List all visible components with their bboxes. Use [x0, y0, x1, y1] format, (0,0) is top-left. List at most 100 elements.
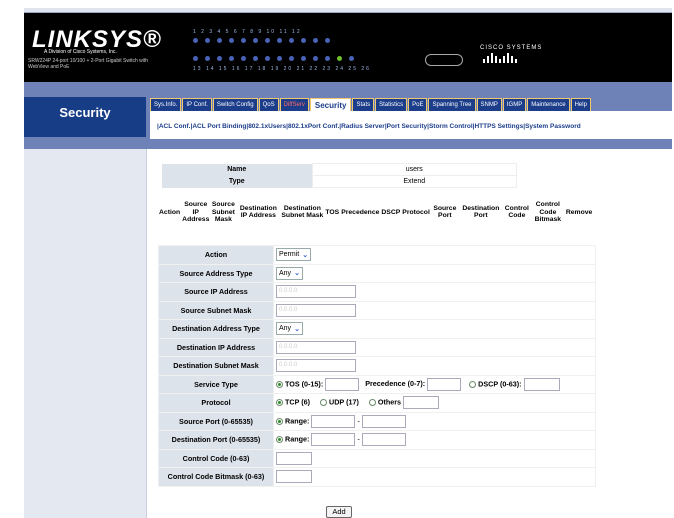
- tos-radio[interactable]: [276, 380, 283, 388]
- others-radio[interactable]: [368, 399, 376, 407]
- tab-igmp[interactable]: IGMP: [502, 98, 527, 112]
- control-code-input[interactable]: [276, 451, 312, 465]
- tab-snmp[interactable]: SNMP: [476, 98, 502, 112]
- protocol-label: Protocol: [158, 393, 274, 413]
- source-mask-input[interactable]: 0.0.0.0: [276, 303, 356, 317]
- tab-stats[interactable]: Stats: [352, 98, 375, 112]
- destination-range-label: Range:: [285, 434, 310, 444]
- service-type-label: Service Type: [158, 374, 274, 394]
- source-mask-label: Source Subnet Mask: [158, 300, 274, 320]
- source-address-type-select[interactable]: Any ⌄: [276, 266, 303, 280]
- destination-port-from-input[interactable]: [311, 433, 356, 447]
- col-destination-mask: Destination Subnet Mask: [281, 204, 324, 220]
- col-action: Action: [159, 208, 181, 216]
- subnav-storm-control[interactable]: Storm Control: [429, 123, 473, 130]
- rule-form: Action Permit ⌄ Source Address Type Any ⌄ …: [158, 245, 596, 487]
- port-leds-bottom: [193, 56, 354, 61]
- others-label: Others: [377, 397, 402, 407]
- port-leds-top: [193, 38, 330, 43]
- subnav-acl-port-binding[interactable]: ACL Port Binding: [192, 123, 246, 130]
- rule-list-header: Action Source IP Address Source Subnet M…: [158, 201, 593, 224]
- source-port-range-radio[interactable]: [276, 417, 283, 425]
- cisco-systems-text: CISCO SYSTEMS: [480, 45, 543, 51]
- control-code-label: Control Code (0-63): [158, 448, 274, 468]
- col-tos: TOS: [325, 208, 340, 216]
- logo-subtitle: A Division of Cisco Systems, Inc.: [44, 49, 117, 55]
- name-value: users: [311, 163, 517, 176]
- col-control-code: Control Code: [504, 204, 529, 220]
- col-dscp: DSCP: [381, 208, 401, 216]
- chevron-down-icon: ⌄: [302, 251, 309, 259]
- tab-poe[interactable]: PoE: [408, 98, 428, 112]
- control-code-bitmask-label: Control Code Bitmask (0-63): [158, 467, 274, 487]
- range-separator: -: [357, 416, 360, 426]
- destination-mask-input[interactable]: 0.0.0.0: [276, 359, 356, 373]
- left-column: [24, 149, 146, 518]
- source-range-label: Range:: [285, 416, 310, 426]
- precedence-input[interactable]: [427, 377, 462, 391]
- source-port-to-input[interactable]: [361, 414, 406, 428]
- source-ip-input[interactable]: 0.0.0.0: [276, 285, 356, 299]
- udp-label: UDP (17): [329, 397, 359, 407]
- destination-ip-label: Destination IP Address: [158, 337, 274, 357]
- add-button[interactable]: Add: [326, 506, 352, 518]
- acl-name-type-table: Name users Type Extend: [162, 163, 517, 188]
- cisco-logo-icon: [483, 53, 517, 63]
- destination-ip-input[interactable]: 0.0.0.0: [276, 340, 356, 354]
- tab-ip-conf[interactable]: IP Conf.: [182, 98, 212, 112]
- subnav-8021x-users[interactable]: 802.1xUsers: [248, 123, 286, 130]
- dscp-label: DSCP (0-63):: [478, 379, 522, 389]
- port-numbers-top: 1 2 3 4 5 6 7 8 9 10 11 12: [193, 29, 302, 35]
- tab-security[interactable]: Security: [309, 98, 352, 112]
- chevron-down-icon: ⌄: [294, 270, 300, 278]
- main-tabs: Sys.Info. IP Conf. Switch Config QoS Dif…: [150, 98, 591, 112]
- control-code-bitmask-input[interactable]: [276, 470, 312, 484]
- destination-address-type-select[interactable]: Any ⌄: [276, 322, 303, 336]
- action-select[interactable]: Permit ⌄: [276, 248, 312, 262]
- action-label: Action: [158, 245, 274, 265]
- range-separator: -: [357, 434, 360, 444]
- subnav-acl-conf[interactable]: ACL Conf.: [159, 123, 191, 130]
- tab-help[interactable]: Help: [570, 98, 591, 112]
- others-input[interactable]: [403, 396, 440, 410]
- tab-qos[interactable]: QoS: [258, 98, 279, 112]
- subnav-8021x-port-conf[interactable]: 802.1xPort Conf.: [288, 123, 339, 130]
- destination-port-to-input[interactable]: [361, 433, 406, 447]
- precedence-label: Precedence (0-7):: [365, 379, 426, 389]
- tcp-radio[interactable]: [276, 399, 283, 407]
- tab-spanning-tree[interactable]: Spanning Tree: [428, 98, 476, 112]
- subnav-https-settings[interactable]: HTTPS Settings: [474, 123, 523, 130]
- sub-navigation: | ACL Conf. | ACL Port Binding | 802.1xUsers |…: [157, 123, 581, 130]
- destination-port-range-radio[interactable]: [276, 436, 283, 444]
- top-strip: [24, 8, 672, 13]
- subnav-system-password[interactable]: System Password: [525, 123, 581, 130]
- tos-input[interactable]: [325, 377, 360, 391]
- col-control-code-bitmask: Control Code Bitmask: [534, 201, 562, 223]
- tab-diffserv[interactable]: DiffServ: [279, 98, 309, 112]
- product-description: SRW224P 24-port 10/100 + 2-Port Gigabit …: [28, 58, 149, 70]
- col-destination-ip: Destination IP Address: [239, 204, 277, 220]
- destination-mask-label: Destination Subnet Mask: [158, 356, 274, 376]
- tab-sys-info[interactable]: Sys.Info.: [150, 98, 182, 112]
- type-label: Type: [162, 175, 312, 188]
- tab-maintenance[interactable]: Maintenance: [527, 98, 570, 112]
- subnav-port-security[interactable]: Port Security: [387, 123, 427, 130]
- tcp-label: TCP (6): [285, 397, 311, 407]
- source-address-type-label: Source Address Type: [158, 263, 274, 283]
- tab-switch-config[interactable]: Switch Config: [212, 98, 258, 112]
- type-value: Extend: [311, 175, 517, 188]
- col-destination-port: Destination Port: [462, 204, 500, 220]
- source-port-label: Source Port (0-65535): [158, 411, 274, 431]
- source-port-from-input[interactable]: [311, 414, 356, 428]
- dscp-radio[interactable]: [469, 380, 477, 388]
- chevron-down-icon: ⌄: [294, 325, 300, 333]
- tab-statistics[interactable]: Statistics: [375, 98, 408, 112]
- name-label: Name: [162, 163, 312, 176]
- destination-address-type-label: Destination Address Type: [158, 319, 274, 339]
- port-numbers-bottom: 13 14 15 16 17 18 19 20 21 22 23 24 25 2…: [193, 66, 371, 72]
- page-title: Security: [59, 105, 111, 120]
- subnav-radius-server[interactable]: Radius Server: [341, 123, 385, 130]
- col-protocol: Protocol: [402, 208, 430, 216]
- dscp-input[interactable]: [523, 377, 560, 391]
- udp-radio[interactable]: [320, 399, 328, 407]
